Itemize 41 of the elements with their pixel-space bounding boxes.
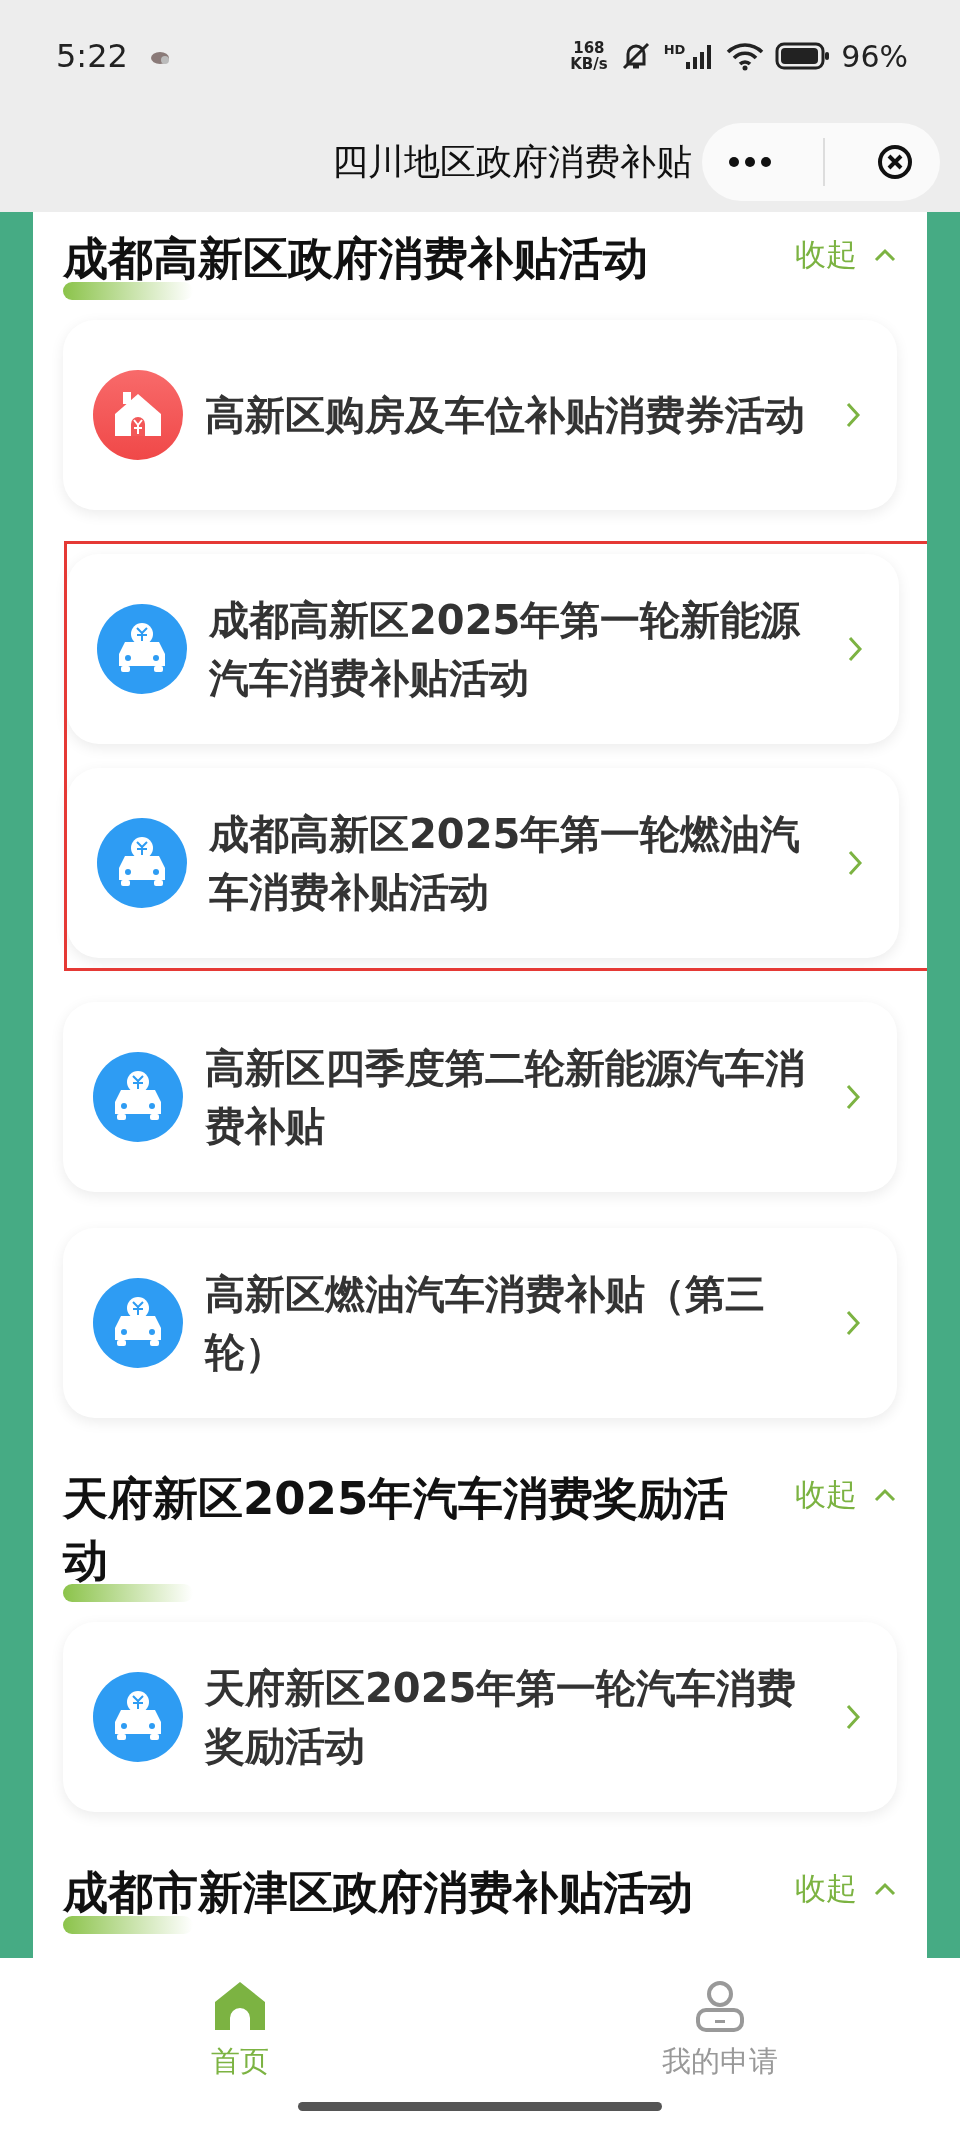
battery-percent: 96%	[841, 38, 908, 74]
chevron-right-icon	[845, 1083, 861, 1111]
chevron-right-icon	[845, 1309, 861, 1337]
section-title: 成都高新区政府消费补贴活动	[63, 232, 648, 285]
person-icon	[693, 1980, 747, 2032]
car-icon	[93, 1672, 183, 1762]
car-icon	[93, 1052, 183, 1142]
page-title: 四川地区政府消费补贴	[332, 139, 692, 184]
car-icon	[97, 818, 187, 908]
activity-card[interactable]: 高新区购房及车位补贴消费券活动	[63, 320, 897, 510]
more-icon[interactable]	[727, 156, 772, 168]
caret-icon	[873, 1881, 897, 1897]
activity-card[interactable]: 成都高新区2025年第一轮燃油汽车消费补贴活动	[67, 768, 899, 958]
chevron-right-icon	[845, 1703, 861, 1731]
activity-card[interactable]: 高新区燃油汽车消费补贴（第三轮）	[63, 1228, 897, 1418]
house-icon	[93, 370, 183, 460]
status-time: 5:22	[56, 37, 128, 75]
activity-title: 高新区燃油汽车消费补贴（第三轮）	[205, 1270, 766, 1377]
wifi-icon	[725, 41, 766, 71]
activity-title: 高新区购房及车位补贴消费券活动	[205, 391, 806, 440]
activity-title: 成都高新区2025年第一轮新能源汽车消费补贴活动	[209, 596, 802, 703]
home-icon	[213, 1980, 267, 2032]
activity-title: 天府新区2025年第一轮汽车消费奖励活动	[205, 1664, 798, 1771]
caret-icon	[873, 1487, 897, 1503]
chevron-right-icon	[845, 401, 861, 429]
network-type: HD	[663, 42, 686, 57]
battery-icon	[775, 42, 832, 70]
network-speed: 168 KB/s	[570, 40, 608, 72]
activity-title: 高新区四季度第二轮新能源汽车消费补贴	[205, 1044, 806, 1151]
caret-icon	[873, 247, 897, 263]
close-icon[interactable]	[876, 143, 915, 181]
chevron-right-icon	[847, 849, 863, 877]
chevron-right-icon	[847, 635, 863, 663]
section-title: 成都市新津区政府消费补贴活动	[63, 1866, 693, 1919]
activity-title: 成都高新区2025年第一轮燃油汽车消费补贴活动	[209, 810, 802, 917]
activity-card[interactable]: 成都高新区2025年第一轮新能源汽车消费补贴活动	[67, 554, 899, 744]
car-icon	[97, 604, 187, 694]
section-title: 天府新区2025年汽车消费奖励活动	[63, 1472, 729, 1587]
activity-card[interactable]: 天府新区2025年第一轮汽车消费奖励活动	[63, 1622, 897, 1812]
car-icon	[93, 1278, 183, 1368]
activity-card[interactable]: 高新区四季度第二轮新能源汽车消费补贴	[63, 1002, 897, 1192]
